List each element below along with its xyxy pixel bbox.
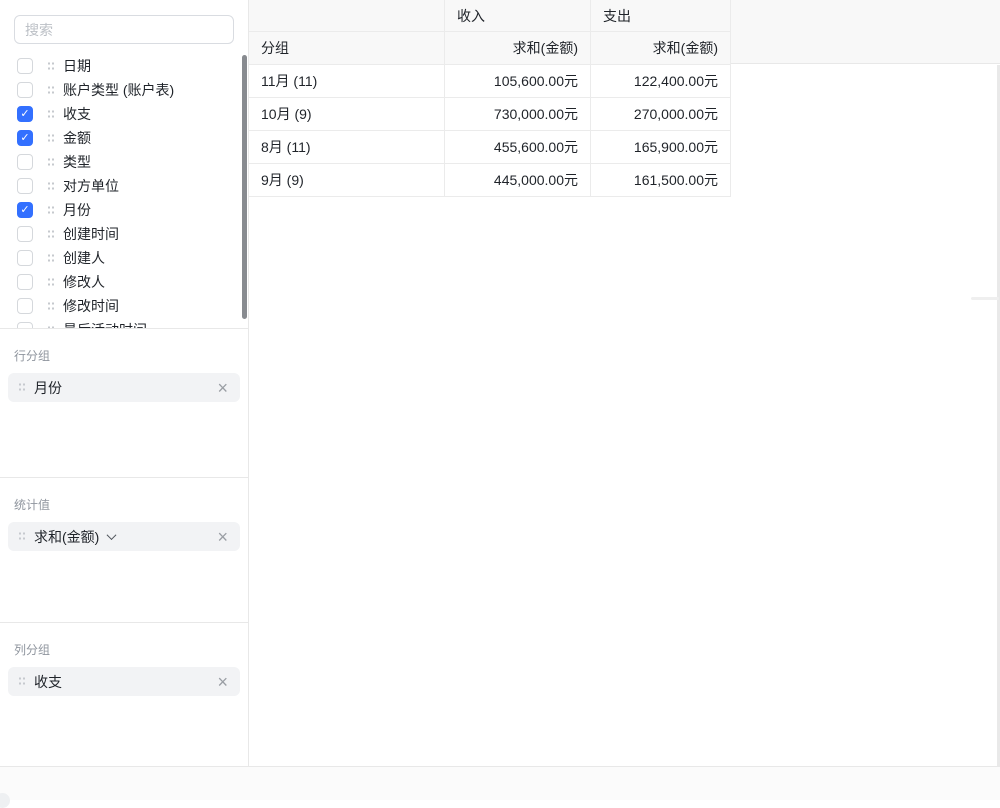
checkbox[interactable] bbox=[17, 130, 33, 146]
column-group-header: 收入 bbox=[445, 0, 591, 32]
column-group-chip[interactable]: 收支 × bbox=[8, 667, 240, 696]
drag-handle-icon[interactable] bbox=[47, 229, 54, 240]
field-item-account-type[interactable]: 账户类型 (账户表) bbox=[0, 78, 248, 102]
drag-handle-icon[interactable] bbox=[47, 109, 54, 120]
field-label: 修改时间 bbox=[63, 296, 119, 316]
column-group-header: 支出 bbox=[591, 0, 731, 32]
header-band bbox=[730, 0, 1000, 64]
row-group-chip[interactable]: 月份 × bbox=[8, 373, 240, 402]
checkbox[interactable] bbox=[17, 82, 33, 98]
drag-handle-icon[interactable] bbox=[47, 205, 54, 216]
column-group-section: 列分组 收支 × bbox=[0, 623, 248, 766]
drag-handle-icon[interactable] bbox=[47, 277, 54, 288]
drag-handle-icon[interactable] bbox=[18, 676, 25, 687]
value-header: 求和(金额) bbox=[591, 32, 731, 65]
value-cell: 122,400.00元 bbox=[591, 65, 731, 98]
field-label: 创建时间 bbox=[63, 224, 119, 244]
checkbox[interactable] bbox=[17, 178, 33, 194]
field-item-created-time[interactable]: 创建时间 bbox=[0, 222, 248, 246]
field-label: 类型 bbox=[63, 152, 91, 172]
pivot-table: 收入 支出 分组 求和(金额) 求和(金额) 11月 (11) 105,600.… bbox=[249, 0, 731, 197]
value-cell: 270,000.00元 bbox=[591, 98, 731, 131]
value-cell: 165,900.00元 bbox=[591, 131, 731, 164]
checkbox[interactable] bbox=[17, 226, 33, 242]
row-label: 8月 (11) bbox=[249, 131, 445, 164]
drag-handle-icon[interactable] bbox=[47, 301, 54, 312]
row-group-title: 行分组 bbox=[8, 347, 240, 364]
checkbox[interactable] bbox=[17, 298, 33, 314]
drag-handle-icon[interactable] bbox=[18, 382, 25, 393]
field-label: 日期 bbox=[63, 56, 91, 76]
chip-label: 求和(金额) bbox=[34, 527, 99, 547]
field-item-income-expense[interactable]: 收支 bbox=[0, 102, 248, 126]
value-cell: 730,000.00元 bbox=[445, 98, 591, 131]
checkbox[interactable] bbox=[17, 202, 33, 218]
remove-icon[interactable]: × bbox=[215, 379, 230, 397]
remove-icon[interactable]: × bbox=[215, 528, 230, 546]
field-item-date[interactable]: 日期 bbox=[0, 54, 248, 78]
field-list: 日期 账户类型 (账户表) 收支 金额 类型 对方单位 bbox=[0, 52, 248, 329]
value-section: 统计值 求和(金额) × bbox=[0, 478, 248, 623]
field-item-type[interactable]: 类型 bbox=[0, 150, 248, 174]
field-label: 创建人 bbox=[63, 248, 105, 268]
field-label: 账户类型 (账户表) bbox=[63, 80, 174, 100]
value-section-title: 统计值 bbox=[8, 496, 240, 513]
value-chip[interactable]: 求和(金额) × bbox=[8, 522, 240, 551]
field-item-last-activity[interactable]: 最后活动时间 bbox=[0, 318, 248, 329]
drag-handle-icon[interactable] bbox=[47, 157, 54, 168]
field-label: 最后活动时间 bbox=[63, 320, 147, 329]
field-label: 金额 bbox=[63, 128, 91, 148]
field-item-amount[interactable]: 金额 bbox=[0, 126, 248, 150]
checkbox[interactable] bbox=[17, 106, 33, 122]
field-item-month[interactable]: 月份 bbox=[0, 198, 248, 222]
field-label: 对方单位 bbox=[63, 176, 119, 196]
drag-handle-icon[interactable] bbox=[47, 85, 54, 96]
field-label: 修改人 bbox=[63, 272, 105, 292]
field-label: 月份 bbox=[63, 200, 91, 220]
chip-label: 月份 bbox=[34, 378, 62, 398]
sidebar-scrollbar-thumb[interactable] bbox=[242, 55, 247, 319]
chevron-down-icon[interactable] bbox=[107, 530, 117, 540]
field-item-modified-time[interactable]: 修改时间 bbox=[0, 294, 248, 318]
checkbox[interactable] bbox=[17, 58, 33, 74]
bottom-bar bbox=[0, 766, 1000, 800]
corner-widget bbox=[0, 793, 10, 808]
checkbox[interactable] bbox=[17, 154, 33, 170]
checkbox[interactable] bbox=[17, 274, 33, 290]
drag-handle-icon[interactable] bbox=[47, 181, 54, 192]
pivot-table-area: 收入 支出 分组 求和(金额) 求和(金额) 11月 (11) 105,600.… bbox=[249, 0, 1000, 766]
value-cell: 105,600.00元 bbox=[445, 65, 591, 98]
value-cell: 445,000.00元 bbox=[445, 164, 591, 197]
field-item-creator[interactable]: 创建人 bbox=[0, 246, 248, 270]
drag-handle-icon[interactable] bbox=[47, 61, 54, 72]
checkbox[interactable] bbox=[17, 322, 33, 329]
field-item-counterparty[interactable]: 对方单位 bbox=[0, 174, 248, 198]
value-cell: 161,500.00元 bbox=[591, 164, 731, 197]
field-label: 收支 bbox=[63, 104, 91, 124]
remove-icon[interactable]: × bbox=[215, 673, 230, 691]
drag-handle-icon[interactable] bbox=[47, 133, 54, 144]
row-label: 11月 (11) bbox=[249, 65, 445, 98]
drag-handle-icon[interactable] bbox=[18, 531, 25, 542]
row-label: 10月 (9) bbox=[249, 98, 445, 131]
row-group-header: 分组 bbox=[249, 32, 445, 65]
chip-label: 收支 bbox=[34, 672, 62, 692]
checkbox[interactable] bbox=[17, 250, 33, 266]
pivot-config-sidebar: 日期 账户类型 (账户表) 收支 金额 类型 对方单位 bbox=[0, 0, 249, 766]
row-group-section: 行分组 月份 × bbox=[0, 329, 248, 478]
value-header: 求和(金额) bbox=[445, 32, 591, 65]
value-cell: 455,600.00元 bbox=[445, 131, 591, 164]
field-item-modifier[interactable]: 修改人 bbox=[0, 270, 248, 294]
column-group-title: 列分组 bbox=[8, 641, 240, 658]
resize-handle[interactable] bbox=[971, 297, 999, 300]
search-input[interactable] bbox=[14, 15, 234, 44]
drag-handle-icon[interactable] bbox=[47, 253, 54, 264]
corner-cell bbox=[249, 0, 445, 32]
row-label: 9月 (9) bbox=[249, 164, 445, 197]
